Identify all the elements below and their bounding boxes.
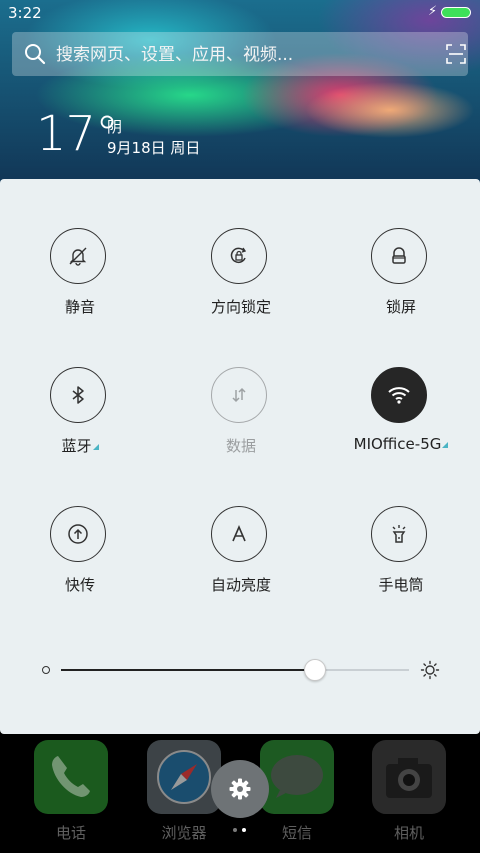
brightness-track[interactable] — [61, 659, 409, 681]
toggle-label-text: 蓝牙 — [61, 437, 92, 455]
search-icon — [25, 44, 46, 65]
toggle-lock-screen[interactable]: 锁屏 — [321, 228, 480, 348]
bell-off-icon[interactable] — [50, 228, 106, 284]
toggle-label: 自动亮度 — [210, 576, 271, 594]
search-bar[interactable] — [12, 32, 468, 76]
dock-app-label: 电话 — [55, 824, 86, 842]
rotation-lock-icon[interactable] — [211, 228, 267, 284]
dock-app-camera[interactable]: 相机 — [372, 740, 446, 842]
scan-icon[interactable] — [446, 44, 466, 64]
settings-button[interactable] — [211, 760, 269, 818]
search-input[interactable] — [54, 38, 428, 72]
toggle-label: 锁屏 — [385, 298, 416, 316]
brightness-fill — [61, 669, 316, 671]
toggle-mobile-data[interactable]: 数据 — [161, 367, 321, 487]
weather-date: 9月18日 周日 — [107, 139, 201, 157]
status-bar: 3:22 ⚡ — [0, 0, 480, 26]
phone-icon — [34, 740, 108, 814]
toggle-rotation-lock[interactable]: 方向锁定 — [161, 228, 321, 348]
toggle-label: MIOffice-5G — [321, 435, 480, 453]
toggle-label: 蓝牙 — [0, 435, 160, 456]
lock-icon[interactable] — [371, 228, 427, 284]
quick-settings-panel: 静音 方向锁定 锁屏 蓝牙 数据 MIOffice-5G 快传 自动亮度 手电筒 — [0, 179, 480, 734]
dock-app-messages[interactable]: 短信 — [260, 740, 334, 842]
wifi-icon[interactable] — [371, 367, 427, 423]
page-dot-active — [242, 828, 246, 832]
expand-indicator-icon — [442, 442, 449, 448]
toggle-label: 数据 — [225, 437, 256, 455]
brightness-thumb[interactable] — [304, 659, 327, 681]
message-bubble-icon — [260, 740, 334, 814]
charging-icon: ⚡ — [428, 4, 438, 19]
weather-condition: 阴 — [107, 118, 123, 136]
status-time: 3:22 — [8, 4, 42, 22]
dock-app-label: 短信 — [281, 824, 312, 842]
toggle-wifi[interactable]: MIOffice-5G — [321, 367, 480, 487]
toggle-quick-transfer[interactable]: 快传 — [0, 506, 160, 626]
dock-app-label: 相机 — [393, 824, 424, 842]
toggle-label: 方向锁定 — [210, 298, 271, 316]
toggle-auto-brightness[interactable]: 自动亮度 — [161, 506, 321, 626]
brightness-low-icon — [42, 666, 50, 674]
toggle-label-text: MIOffice-5G — [353, 435, 442, 453]
toggle-label: 手电筒 — [378, 576, 424, 594]
page-dot — [233, 828, 237, 832]
expand-indicator-icon — [92, 444, 99, 450]
toggle-bluetooth[interactable]: 蓝牙 — [0, 367, 160, 487]
toggle-label: 静音 — [64, 298, 95, 316]
data-arrows-icon[interactable] — [211, 367, 267, 423]
brightness-slider[interactable] — [0, 659, 480, 681]
battery-icon — [441, 7, 471, 18]
toggle-mute[interactable]: 静音 — [0, 228, 160, 348]
page-indicator — [233, 828, 249, 834]
dock-app-browser[interactable]: 浏览器 — [147, 740, 221, 842]
brightness-high-icon — [420, 660, 440, 680]
dock-app-phone[interactable]: 电话 — [34, 740, 108, 842]
compass-icon — [147, 740, 221, 814]
weather-temperature: 17° — [36, 106, 119, 162]
bluetooth-icon[interactable] — [50, 367, 106, 423]
toggle-flashlight[interactable]: 手电筒 — [321, 506, 480, 626]
camera-icon — [372, 740, 446, 814]
toggle-label: 快传 — [64, 576, 95, 594]
auto-brightness-icon[interactable] — [211, 506, 267, 562]
flashlight-icon[interactable] — [371, 506, 427, 562]
dock-app-label: 浏览器 — [161, 824, 207, 842]
gear-icon — [229, 778, 251, 800]
transfer-icon[interactable] — [50, 506, 106, 562]
